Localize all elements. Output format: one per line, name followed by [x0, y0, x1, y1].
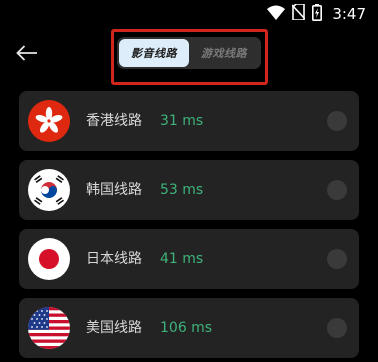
route-radio-button[interactable]: [327, 318, 347, 338]
japan-flag-icon: [28, 238, 70, 280]
route-latency: 31 ms: [160, 113, 204, 129]
wifi-icon: [267, 5, 286, 24]
route-latency: 106 ms: [160, 320, 213, 336]
tab-game-routes[interactable]: 游戏线路: [189, 39, 259, 67]
back-arrow-icon: [16, 45, 37, 61]
route-card-hong-kong[interactable]: 香港线路 31 ms: [19, 91, 359, 151]
route-select-screen: 3:47 影音线路 游戏线路 香港线路 31 ms 韩国线路 53 ms 日本线…: [0, 0, 378, 362]
route-card-japan[interactable]: 日本线路 41 ms: [19, 229, 359, 289]
status-bar: 3:47: [0, 0, 378, 28]
battery-charging-icon: [312, 3, 323, 25]
route-name: 美国线路: [86, 320, 142, 336]
route-latency: 41 ms: [160, 251, 204, 267]
status-icons: 3:47: [267, 3, 366, 25]
route-radio-button[interactable]: [327, 249, 347, 269]
back-button[interactable]: [12, 38, 42, 68]
usa-flag-icon: [28, 307, 70, 349]
route-radio-button[interactable]: [327, 180, 347, 200]
route-card-korea[interactable]: 韩国线路 53 ms: [19, 160, 359, 220]
tab-media-routes[interactable]: 影音线路: [119, 39, 189, 67]
status-time: 3:47: [332, 5, 366, 23]
route-radio-button[interactable]: [327, 111, 347, 131]
route-name: 香港线路: [86, 113, 142, 129]
route-list: 香港线路 31 ms 韩国线路 53 ms 日本线路 41 ms 美国线路 10…: [19, 91, 359, 362]
route-latency: 53 ms: [160, 182, 204, 198]
hong-kong-flag-icon: [28, 100, 70, 142]
route-name: 日本线路: [86, 251, 142, 267]
route-card-usa[interactable]: 美国线路 106 ms: [19, 298, 359, 358]
south-korea-flag-icon: [28, 169, 70, 211]
no-sim-icon: [291, 3, 306, 24]
route-name: 韩国线路: [86, 182, 142, 198]
route-type-tabs: 影音线路 游戏线路: [117, 37, 261, 69]
